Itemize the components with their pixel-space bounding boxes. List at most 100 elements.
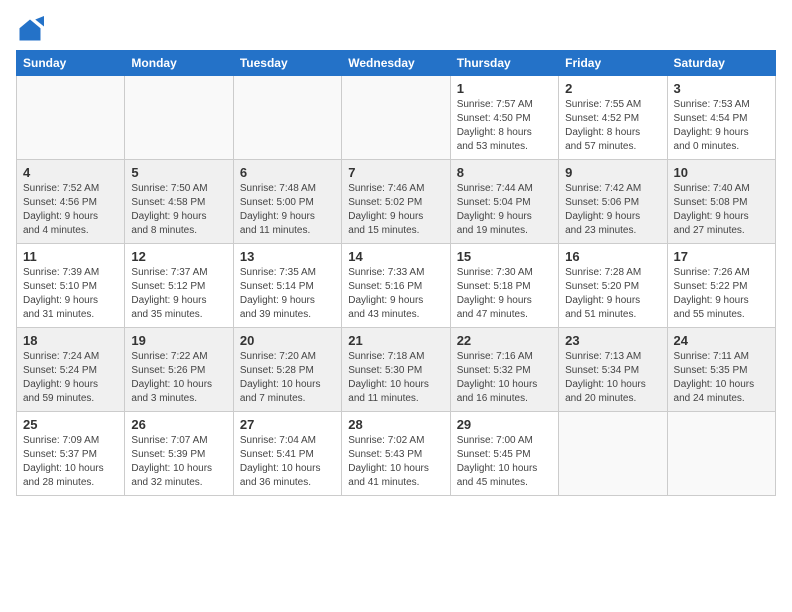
day-number: 1 (457, 81, 552, 96)
calendar-day-cell: 5 Sunrise: 7:50 AM Sunset: 4:58 PM Daylig… (125, 160, 233, 244)
day-number: 16 (565, 249, 660, 264)
day-info: Sunrise: 7:55 AM Sunset: 4:52 PM Dayligh… (565, 98, 660, 154)
day-number: 2 (565, 81, 660, 96)
day-number: 25 (23, 417, 118, 432)
day-info: Sunrise: 7:46 AM Sunset: 5:02 PM Dayligh… (348, 182, 443, 238)
day-info: Sunrise: 7:00 AM Sunset: 5:45 PM Dayligh… (457, 434, 552, 490)
calendar-day-cell: 4 Sunrise: 7:52 AM Sunset: 4:56 PM Daylig… (17, 160, 125, 244)
logo (16, 16, 48, 44)
weekday-header-tuesday: Tuesday (233, 51, 341, 76)
calendar-day-cell: 29 Sunrise: 7:00 AM Sunset: 5:45 PM Dayli… (450, 412, 558, 496)
day-number: 13 (240, 249, 335, 264)
calendar-week-row: 4 Sunrise: 7:52 AM Sunset: 4:56 PM Daylig… (17, 160, 776, 244)
weekday-header-friday: Friday (559, 51, 667, 76)
calendar-day-cell: 1Sunrise: 7:57 AM Sunset: 4:50 PM Daylig… (450, 76, 558, 160)
day-info: Sunrise: 7:24 AM Sunset: 5:24 PM Dayligh… (23, 350, 118, 406)
calendar-day-cell: 9 Sunrise: 7:42 AM Sunset: 5:06 PM Daylig… (559, 160, 667, 244)
calendar-day-cell: 24 Sunrise: 7:11 AM Sunset: 5:35 PM Dayli… (667, 328, 775, 412)
calendar-day-cell: 7 Sunrise: 7:46 AM Sunset: 5:02 PM Daylig… (342, 160, 450, 244)
day-info: Sunrise: 7:04 AM Sunset: 5:41 PM Dayligh… (240, 434, 335, 490)
weekday-header-row: SundayMondayTuesdayWednesdayThursdayFrid… (17, 51, 776, 76)
day-info: Sunrise: 7:52 AM Sunset: 4:56 PM Dayligh… (23, 182, 118, 238)
day-info: Sunrise: 7:40 AM Sunset: 5:08 PM Dayligh… (674, 182, 769, 238)
day-number: 19 (131, 333, 226, 348)
calendar-day-cell (17, 76, 125, 160)
weekday-header-monday: Monday (125, 51, 233, 76)
calendar-week-row: 18 Sunrise: 7:24 AM Sunset: 5:24 PM Dayli… (17, 328, 776, 412)
day-number: 9 (565, 165, 660, 180)
calendar-day-cell (559, 412, 667, 496)
calendar-day-cell (667, 412, 775, 496)
day-number: 14 (348, 249, 443, 264)
day-number: 7 (348, 165, 443, 180)
calendar-day-cell: 12Sunrise: 7:37 AM Sunset: 5:12 PM Dayli… (125, 244, 233, 328)
day-info: Sunrise: 7:48 AM Sunset: 5:00 PM Dayligh… (240, 182, 335, 238)
day-number: 4 (23, 165, 118, 180)
day-info: Sunrise: 7:11 AM Sunset: 5:35 PM Dayligh… (674, 350, 769, 406)
calendar-day-cell: 27 Sunrise: 7:04 AM Sunset: 5:41 PM Dayli… (233, 412, 341, 496)
day-number: 10 (674, 165, 769, 180)
day-info: Sunrise: 7:28 AM Sunset: 5:20 PM Dayligh… (565, 266, 660, 322)
calendar-day-cell: 21 Sunrise: 7:18 AM Sunset: 5:30 PM Dayli… (342, 328, 450, 412)
calendar-day-cell: 17 Sunrise: 7:26 AM Sunset: 5:22 PM Dayli… (667, 244, 775, 328)
day-number: 21 (348, 333, 443, 348)
day-info: Sunrise: 7:35 AM Sunset: 5:14 PM Dayligh… (240, 266, 335, 322)
weekday-header-sunday: Sunday (17, 51, 125, 76)
day-number: 5 (131, 165, 226, 180)
day-number: 12 (131, 249, 226, 264)
calendar-day-cell: 28 Sunrise: 7:02 AM Sunset: 5:43 PM Dayli… (342, 412, 450, 496)
day-info: Sunrise: 7:50 AM Sunset: 4:58 PM Dayligh… (131, 182, 226, 238)
calendar-day-cell: 20 Sunrise: 7:20 AM Sunset: 5:28 PM Dayli… (233, 328, 341, 412)
calendar-day-cell: 3 Sunrise: 7:53 AM Sunset: 4:54 PM Daylig… (667, 76, 775, 160)
calendar-day-cell: 22Sunrise: 7:16 AM Sunset: 5:32 PM Dayli… (450, 328, 558, 412)
day-number: 28 (348, 417, 443, 432)
calendar-day-cell: 16 Sunrise: 7:28 AM Sunset: 5:20 PM Dayli… (559, 244, 667, 328)
calendar-day-cell: 8 Sunrise: 7:44 AM Sunset: 5:04 PM Daylig… (450, 160, 558, 244)
calendar-day-cell: 15Sunrise: 7:30 AM Sunset: 5:18 PM Dayli… (450, 244, 558, 328)
day-info: Sunrise: 7:16 AM Sunset: 5:32 PM Dayligh… (457, 350, 552, 406)
weekday-header-wednesday: Wednesday (342, 51, 450, 76)
day-number: 18 (23, 333, 118, 348)
calendar-day-cell: 18 Sunrise: 7:24 AM Sunset: 5:24 PM Dayli… (17, 328, 125, 412)
calendar-day-cell: 23 Sunrise: 7:13 AM Sunset: 5:34 PM Dayli… (559, 328, 667, 412)
day-info: Sunrise: 7:07 AM Sunset: 5:39 PM Dayligh… (131, 434, 226, 490)
calendar-table: SundayMondayTuesdayWednesdayThursdayFrid… (16, 50, 776, 496)
calendar-week-row: 25 Sunrise: 7:09 AM Sunset: 5:37 PM Dayli… (17, 412, 776, 496)
day-number: 24 (674, 333, 769, 348)
weekday-header-saturday: Saturday (667, 51, 775, 76)
calendar-day-cell (342, 76, 450, 160)
calendar-day-cell: 26 Sunrise: 7:07 AM Sunset: 5:39 PM Dayli… (125, 412, 233, 496)
day-info: Sunrise: 7:18 AM Sunset: 5:30 PM Dayligh… (348, 350, 443, 406)
calendar-day-cell (233, 76, 341, 160)
day-number: 6 (240, 165, 335, 180)
day-info: Sunrise: 7:26 AM Sunset: 5:22 PM Dayligh… (674, 266, 769, 322)
day-number: 17 (674, 249, 769, 264)
calendar-day-cell: 14Sunrise: 7:33 AM Sunset: 5:16 PM Dayli… (342, 244, 450, 328)
day-number: 29 (457, 417, 552, 432)
day-info: Sunrise: 7:20 AM Sunset: 5:28 PM Dayligh… (240, 350, 335, 406)
calendar-week-row: 11Sunrise: 7:39 AM Sunset: 5:10 PM Dayli… (17, 244, 776, 328)
logo-icon (16, 16, 44, 44)
day-info: Sunrise: 7:13 AM Sunset: 5:34 PM Dayligh… (565, 350, 660, 406)
day-number: 23 (565, 333, 660, 348)
day-number: 8 (457, 165, 552, 180)
calendar-day-cell: 11Sunrise: 7:39 AM Sunset: 5:10 PM Dayli… (17, 244, 125, 328)
day-info: Sunrise: 7:09 AM Sunset: 5:37 PM Dayligh… (23, 434, 118, 490)
weekday-header-thursday: Thursday (450, 51, 558, 76)
day-info: Sunrise: 7:42 AM Sunset: 5:06 PM Dayligh… (565, 182, 660, 238)
day-number: 27 (240, 417, 335, 432)
calendar-day-cell: 19 Sunrise: 7:22 AM Sunset: 5:26 PM Dayli… (125, 328, 233, 412)
day-info: Sunrise: 7:53 AM Sunset: 4:54 PM Dayligh… (674, 98, 769, 154)
day-number: 15 (457, 249, 552, 264)
day-number: 26 (131, 417, 226, 432)
day-info: Sunrise: 7:02 AM Sunset: 5:43 PM Dayligh… (348, 434, 443, 490)
day-number: 3 (674, 81, 769, 96)
calendar-day-cell: 25 Sunrise: 7:09 AM Sunset: 5:37 PM Dayli… (17, 412, 125, 496)
calendar-day-cell: 6 Sunrise: 7:48 AM Sunset: 5:00 PM Daylig… (233, 160, 341, 244)
calendar-day-cell: 10 Sunrise: 7:40 AM Sunset: 5:08 PM Dayli… (667, 160, 775, 244)
day-number: 20 (240, 333, 335, 348)
day-info: Sunrise: 7:39 AM Sunset: 5:10 PM Dayligh… (23, 266, 118, 322)
calendar-day-cell: 13 Sunrise: 7:35 AM Sunset: 5:14 PM Dayli… (233, 244, 341, 328)
day-info: Sunrise: 7:44 AM Sunset: 5:04 PM Dayligh… (457, 182, 552, 238)
day-info: Sunrise: 7:22 AM Sunset: 5:26 PM Dayligh… (131, 350, 226, 406)
